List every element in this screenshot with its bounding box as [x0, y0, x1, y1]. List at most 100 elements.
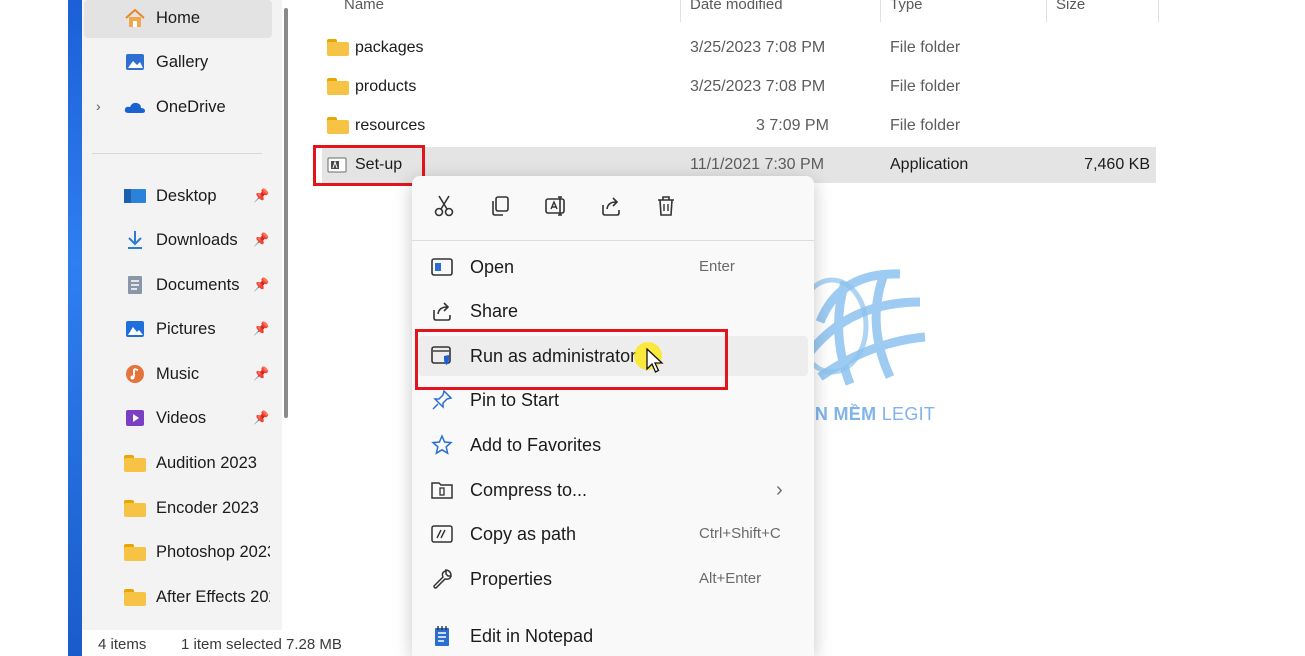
menu-item-shortcut: Ctrl+Shift+C	[699, 525, 781, 542]
file-row-products[interactable]: products 3/25/2023 7:08 PM File folder	[322, 69, 1156, 105]
folder-icon	[124, 586, 146, 608]
sidebar-item-label: Desktop	[156, 186, 217, 205]
folder-icon	[124, 452, 146, 474]
pin-icon	[430, 389, 454, 411]
pin-icon: 📌	[253, 277, 270, 292]
share-icon	[430, 300, 454, 322]
sidebar-item-gallery[interactable]: Gallery	[90, 44, 270, 80]
cut-icon[interactable]	[430, 192, 458, 220]
sidebar-item-after-effects[interactable]: After Effects 202	[90, 579, 270, 615]
file-date: 3/25/2023 7:08 PM	[690, 39, 826, 56]
menu-item-open[interactable]: Open Enter	[418, 247, 808, 287]
folder-icon	[124, 497, 146, 519]
sidebar-item-audition-2023[interactable]: Audition 2023	[90, 445, 270, 481]
file-type: File folder	[890, 39, 961, 56]
folder-icon	[124, 541, 146, 563]
menu-item-properties[interactable]: Properties Alt+Enter	[418, 559, 808, 599]
menu-item-label: Copy as path	[470, 524, 577, 544]
sidebar-item-label: Documents	[156, 275, 240, 294]
column-header-name[interactable]: Name	[344, 0, 384, 13]
videos-icon	[124, 407, 146, 429]
wrench-icon	[430, 568, 454, 590]
file-type: File folder	[890, 117, 961, 134]
column-header-size[interactable]: Size	[1056, 0, 1085, 13]
home-icon	[124, 7, 146, 29]
sidebar-item-label: OneDrive	[156, 97, 226, 116]
share-icon[interactable]	[597, 192, 625, 220]
sidebar-item-label: Videos	[156, 408, 207, 427]
star-icon	[430, 434, 454, 456]
sidebar-item-label: Music	[156, 364, 200, 383]
sidebar-item-encoder-2023[interactable]: Encoder 2023	[90, 490, 270, 526]
mouse-cursor-icon	[646, 348, 664, 373]
menu-item-compress-to[interactable]: Compress to... ›	[418, 470, 808, 510]
sidebar-item-home[interactable]: Home	[90, 0, 270, 36]
menu-item-add-to-favorites[interactable]: Add to Favorites	[418, 425, 808, 465]
gallery-icon	[124, 51, 146, 73]
sidebar-item-label: Downloads	[156, 230, 238, 249]
menu-item-label: Share	[470, 301, 519, 321]
file-name: products	[355, 78, 417, 95]
onedrive-icon	[124, 96, 146, 118]
sidebar-item-documents[interactable]: Documents	[90, 267, 270, 303]
status-selection: 1 item selected 7.28 MB	[181, 636, 342, 653]
compress-icon	[430, 479, 454, 501]
watermark-light: LEGIT	[881, 404, 936, 424]
sidebar-item-label: Encoder 2023	[156, 498, 259, 517]
status-item-count: 4 items	[98, 636, 147, 653]
rename-icon[interactable]	[542, 192, 570, 220]
documents-icon	[124, 274, 146, 296]
sidebar-item-photoshop-2023[interactable]: Photoshop 2023	[90, 534, 270, 570]
menu-item-label: Add to Favorites	[470, 435, 602, 455]
file-date: 3 7:09 PM	[756, 117, 829, 134]
menu-item-label: Edit in Notepad	[470, 626, 594, 646]
file-type: File folder	[890, 78, 961, 95]
menu-item-pin-to-start[interactable]: Pin to Start	[418, 380, 808, 420]
menu-item-share[interactable]: Share	[418, 291, 808, 331]
sidebar-item-downloads[interactable]: Downloads	[90, 222, 270, 258]
sidebar-item-pictures[interactable]: Pictures	[90, 311, 270, 347]
copy-icon[interactable]	[486, 192, 514, 220]
sidebar-item-label: Pictures	[156, 319, 216, 338]
column-header-type[interactable]: Type	[890, 0, 923, 13]
copy-path-icon	[430, 523, 454, 545]
menu-item-label: Pin to Start	[470, 390, 560, 410]
sidebar-item-music[interactable]: Music	[90, 356, 270, 392]
open-icon	[430, 256, 454, 278]
setup-highlight-box	[313, 145, 425, 186]
file-row-resources[interactable]: resources 3 7:09 PM File folder	[322, 108, 1156, 144]
desktop-background	[0, 0, 72, 656]
sidebar-item-desktop[interactable]: Desktop	[90, 178, 270, 214]
menu-item-edit-in-notepad[interactable]: Edit in Notepad	[418, 616, 808, 656]
file-name: packages	[355, 39, 424, 56]
menu-item-label: Compress to...	[470, 480, 588, 500]
file-size: 7,460 KB	[1084, 156, 1150, 173]
pin-icon: 📌	[253, 366, 270, 381]
menu-item-label: Open	[470, 257, 515, 277]
sidebar-divider	[92, 153, 262, 154]
pin-icon: 📌	[253, 232, 270, 247]
submenu-chevron-icon: ›	[776, 479, 783, 501]
sidebar-item-label: Audition 2023	[156, 453, 257, 472]
delete-icon[interactable]	[652, 192, 680, 220]
pin-icon: 📌	[253, 410, 270, 425]
sidebar-item-label: Photoshop 2023	[156, 542, 270, 561]
notepad-icon	[430, 625, 454, 647]
desktop-wallpaper-edge	[68, 0, 82, 656]
column-divider[interactable]	[1158, 0, 1159, 22]
sidebar-item-label: After Effects 202	[156, 587, 270, 606]
column-divider[interactable]	[680, 0, 681, 22]
pin-icon: 📌	[253, 321, 270, 336]
file-row-packages[interactable]: packages 3/25/2023 7:08 PM File folder	[322, 30, 1156, 66]
sidebar-item-onedrive[interactable]: OneDrive	[90, 89, 270, 125]
column-header-date[interactable]: Date modified	[690, 0, 783, 13]
sidebar-item-videos[interactable]: Videos	[90, 400, 270, 436]
file-type: Application	[890, 156, 969, 173]
desktop-icon	[124, 185, 146, 207]
menu-separator	[412, 240, 814, 241]
sidebar-scrollbar[interactable]	[284, 8, 288, 418]
pin-icon: 📌	[253, 188, 270, 203]
menu-item-copy-as-path[interactable]: Copy as path Ctrl+Shift+C	[418, 514, 808, 554]
column-divider[interactable]	[880, 0, 881, 22]
column-divider[interactable]	[1046, 0, 1047, 22]
